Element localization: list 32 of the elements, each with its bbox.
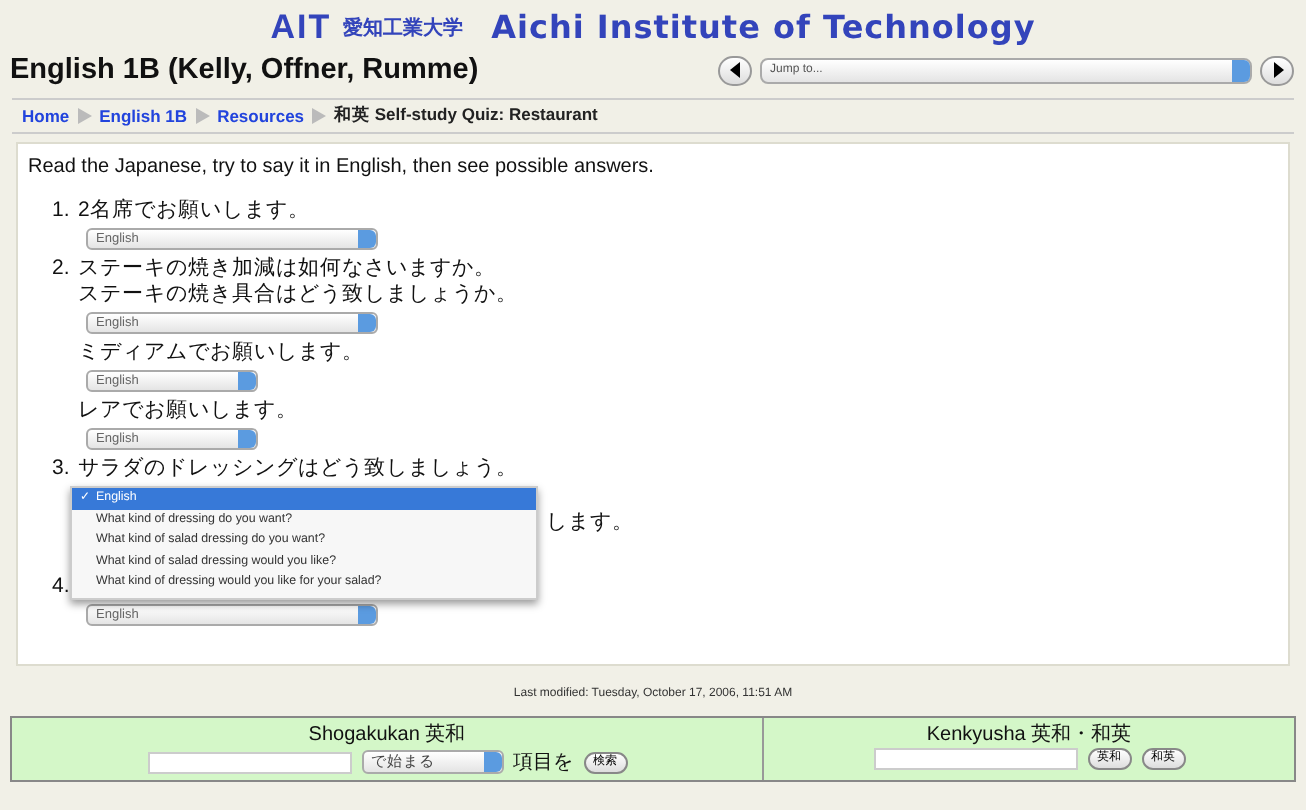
instructions-text: Read the Japanese, try to say it in English, then see possible answers. bbox=[28, 156, 656, 178]
next-button[interactable] bbox=[1260, 55, 1294, 85]
search-field[interactable] bbox=[147, 751, 351, 773]
japanese-sentence: サラダのドレッシングはどう致しましょう。 bbox=[78, 456, 518, 480]
left-arrow-icon bbox=[727, 62, 743, 78]
previous-button[interactable] bbox=[718, 55, 752, 85]
breadcrumb-link[interactable]: English 1B bbox=[99, 106, 188, 126]
question-number: 3. bbox=[52, 456, 72, 484]
course-title: English 1B (Kelly, Offner, Rumme) bbox=[10, 54, 479, 86]
search-field[interactable] bbox=[873, 748, 1077, 770]
logo-mark: AIT bbox=[270, 8, 332, 48]
items-label: 項目を bbox=[513, 750, 573, 776]
question-number: 4. bbox=[52, 574, 72, 602]
question-number: 1. bbox=[52, 198, 72, 226]
japanese-sentence: ステーキの焼き具合はどう致しましょうか。 bbox=[78, 282, 518, 306]
question-number: 2. bbox=[52, 256, 72, 284]
japanese-sentence: レアでお願いします。 bbox=[78, 398, 298, 422]
breadcrumb-link[interactable]: Resources bbox=[217, 106, 305, 126]
japanese-sentence: します。 bbox=[546, 510, 634, 534]
japanese-sentence: 2名席でお願いします。 bbox=[78, 198, 310, 222]
breadcrumb-link[interactable]: Home bbox=[22, 106, 70, 126]
right-arrow-icon bbox=[1269, 62, 1285, 78]
dictionary-title: Kenkyusha 英和・和英 bbox=[926, 722, 1132, 748]
dictionary-title: Shogakukan 英和 bbox=[308, 722, 466, 748]
logo-english: Aichi Institute of Technology bbox=[491, 8, 1036, 48]
breadcrumb-separator-icon bbox=[195, 108, 210, 124]
breadcrumb-separator-icon bbox=[312, 108, 327, 124]
japanese-sentence: ステーキの焼き加減は如何なさいますか。 bbox=[78, 256, 496, 280]
logo-japanese: 愛知工業大学 bbox=[343, 15, 464, 44]
japanese-sentence: ミディアムでお願いします。 bbox=[78, 340, 364, 364]
breadcrumb-current: 和英 Self-study Quiz: Restaurant bbox=[334, 104, 598, 128]
breadcrumb-separator-icon bbox=[77, 108, 92, 124]
